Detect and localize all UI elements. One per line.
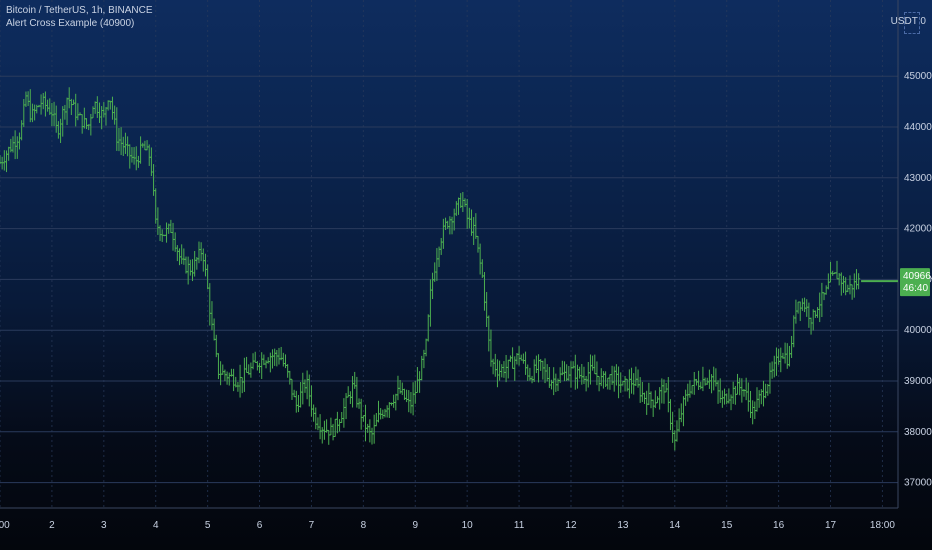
y-tick-label: 42000.00 (904, 224, 932, 235)
y-tick-label: 37000.00 (904, 478, 932, 489)
y-tick-label: 44000.00 (904, 122, 932, 133)
x-tick-label: 5 (205, 520, 211, 531)
price-tag-value: 40966.41 (903, 271, 932, 282)
y-tick-label: 45000.00 (904, 71, 932, 82)
x-tick-label: 8 (361, 520, 367, 531)
x-tick-label: 18:00 (870, 520, 895, 531)
y-tick-label: 40000.00 (904, 325, 932, 336)
x-tick-label: 15 (721, 520, 733, 531)
x-tick-label: 6 (257, 520, 263, 531)
x-tick-label: 14 (669, 520, 681, 531)
indicator-label[interactable]: Alert Cross Example (40900) (6, 17, 153, 30)
price-chart[interactable]: 37000.0038000.0039000.0040000.0041000.00… (0, 0, 932, 550)
x-tick-label: 11 (514, 520, 525, 531)
x-tick-label: 9 (412, 520, 418, 531)
x-tick-label: 3 (101, 520, 107, 531)
chart-legend: Bitcoin / TetherUS, 1h, BINANCE Alert Cr… (6, 4, 153, 30)
x-tick-label: 7 (309, 520, 315, 531)
symbol-label[interactable]: Bitcoin / TetherUS, 1h, BINANCE (6, 4, 153, 17)
x-tick-label: 0:00 (0, 520, 10, 531)
x-tick-label: 2 (49, 520, 55, 531)
x-tick-label: 13 (617, 520, 629, 531)
y-tick-label: 38000.00 (904, 427, 932, 438)
x-tick-label: 12 (565, 520, 577, 531)
price-unit-label: USDT 0 (890, 16, 926, 27)
x-tick-label: 4 (153, 520, 159, 531)
x-tick-label: 17 (825, 520, 837, 531)
y-tick-label: 39000.00 (904, 376, 932, 387)
x-tick-label: 10 (462, 520, 474, 531)
price-tag-countdown: 46:40 (903, 283, 928, 294)
y-tick-label: 43000.00 (904, 173, 932, 184)
chart-window: 37000.0038000.0039000.0040000.0041000.00… (0, 0, 932, 550)
x-tick-label: 16 (773, 520, 785, 531)
